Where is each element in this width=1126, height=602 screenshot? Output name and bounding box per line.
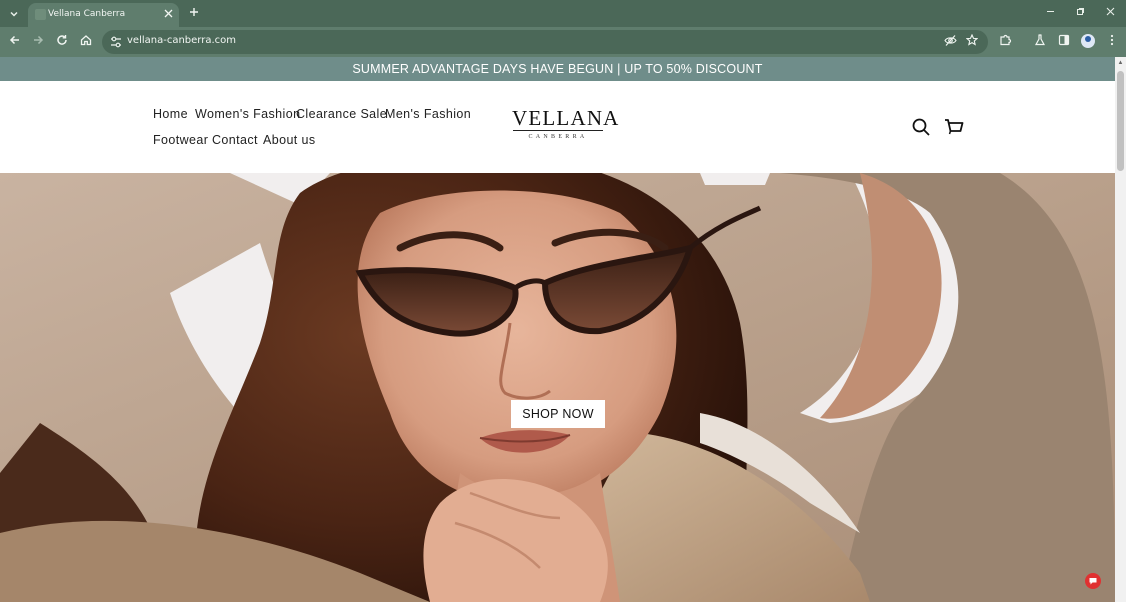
- eye-off-icon: [943, 35, 957, 46]
- browser-toolbar: vellana-canberra.com: [0, 27, 1126, 57]
- logo-subtitle: CANBERRA: [528, 134, 588, 140]
- site-header: Home Women's Fashion Clearance Sale Men'…: [0, 81, 1115, 173]
- browser-menu-button[interactable]: [1103, 33, 1121, 51]
- reload-icon: [57, 35, 67, 45]
- star-icon: [965, 33, 979, 46]
- url-text[interactable]: vellana-canberra.com: [127, 35, 236, 46]
- logo-rule: [513, 130, 603, 131]
- chat-icon: [1089, 578, 1097, 585]
- site-logo[interactable]: VELLANA CANBERRA: [512, 106, 620, 145]
- nav-mens-fashion[interactable]: Men's Fashion: [385, 107, 471, 121]
- nav-womens-fashion[interactable]: Women's Fashion: [195, 107, 300, 121]
- minimize-button[interactable]: [1038, 5, 1062, 21]
- back-button[interactable]: [6, 33, 24, 51]
- tab-favicon: [35, 9, 46, 20]
- labs-button[interactable]: [1031, 33, 1049, 51]
- plus-icon: [190, 8, 198, 16]
- close-icon: [164, 9, 173, 18]
- arrow-right-icon: [34, 35, 44, 45]
- tab-search-button[interactable]: [5, 5, 23, 23]
- puzzle-icon: [999, 34, 1011, 46]
- browser-tab[interactable]: Vellana Canberra: [28, 3, 179, 27]
- page-scrollbar[interactable]: ▲: [1115, 57, 1126, 602]
- scrollbar-thumb[interactable]: [1117, 71, 1124, 171]
- tracking-protection-button[interactable]: [942, 34, 958, 50]
- flask-icon: [1034, 34, 1046, 46]
- nav-home[interactable]: Home: [153, 107, 188, 121]
- restore-icon: [1076, 8, 1084, 15]
- address-bar[interactable]: vellana-canberra.com: [102, 30, 988, 54]
- extensions-button[interactable]: [996, 33, 1014, 51]
- new-tab-button[interactable]: [186, 4, 202, 22]
- cart-icon[interactable]: [943, 116, 965, 138]
- tune-icon[interactable]: [110, 35, 122, 49]
- close-window-button[interactable]: [1098, 5, 1122, 21]
- announcement-bar[interactable]: SUMMER ADVANTAGE DAYS HAVE BEGUN | UP TO…: [0, 57, 1115, 81]
- scroll-up-arrow[interactable]: ▲: [1117, 60, 1124, 67]
- forward-button[interactable]: [29, 33, 47, 51]
- nav-contact[interactable]: Contact: [212, 133, 258, 147]
- close-tab-button[interactable]: [164, 6, 173, 22]
- home-icon: [80, 35, 92, 46]
- arrow-left-icon: [9, 35, 19, 45]
- bookmark-button[interactable]: [964, 33, 980, 50]
- search-icon[interactable]: [910, 116, 932, 138]
- home-button[interactable]: [77, 33, 95, 51]
- web-page: SUMMER ADVANTAGE DAYS HAVE BEGUN | UP TO…: [0, 57, 1115, 602]
- profile-icon[interactable]: [1081, 34, 1095, 48]
- minimize-icon: [1046, 11, 1054, 12]
- hero-banner: SHOP NOW: [0, 173, 1115, 602]
- chevron-down-icon: [10, 11, 18, 17]
- nav-about-us[interactable]: About us: [263, 133, 316, 147]
- hero-image: [0, 173, 1115, 602]
- tab-title: Vellana Canberra: [48, 9, 126, 19]
- logo-wordmark: VELLANA: [512, 106, 620, 130]
- close-icon: [1106, 7, 1114, 16]
- nav-clearance-sale[interactable]: Clearance Sale: [296, 107, 387, 121]
- side-panel-button[interactable]: [1055, 33, 1073, 51]
- browser-tab-strip: Vellana Canberra: [0, 0, 1126, 27]
- side-panel-icon: [1058, 34, 1070, 46]
- chat-widget-button[interactable]: [1085, 573, 1101, 589]
- kebab-menu-icon: [1110, 34, 1114, 46]
- restore-button[interactable]: [1068, 5, 1092, 21]
- reload-button[interactable]: [53, 33, 71, 51]
- nav-footwear[interactable]: Footwear: [153, 133, 208, 147]
- shop-now-button[interactable]: SHOP NOW: [511, 400, 605, 428]
